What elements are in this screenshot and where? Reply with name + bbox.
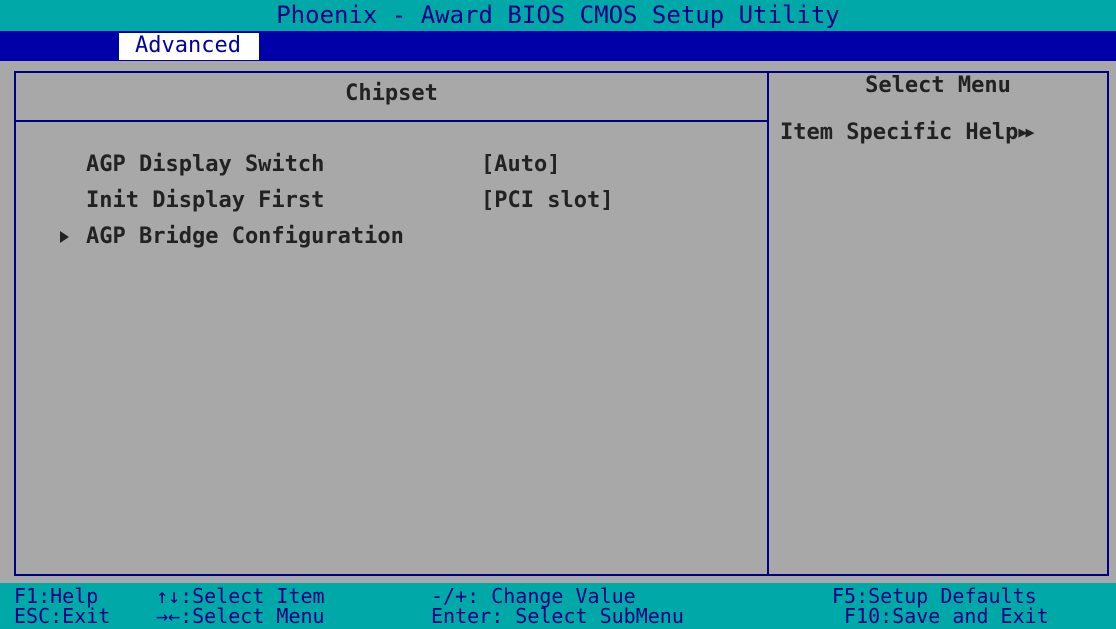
- menu-bar: Advanced: [0, 31, 1116, 61]
- key-f10-save-exit: F10:Save and Exit: [844, 604, 1049, 628]
- status-bar: F1:Help ESC:Exit ↑↓:Select Item →←:Selec…: [0, 583, 1116, 629]
- help-subtitle: Item Specific Help▶▶: [780, 117, 1034, 148]
- main-panel: Chipset Select Menu Item Specific Help▶▶…: [0, 61, 1116, 583]
- key-select-submenu: Enter: Select SubMenu: [431, 604, 684, 628]
- item-agp-display-switch[interactable]: AGP Display Switch [Auto]: [0, 147, 767, 183]
- tab-advanced-label[interactable]: Advanced: [135, 31, 241, 61]
- item-label: AGP Display Switch: [86, 152, 325, 177]
- panel-divider-vertical: [767, 71, 769, 576]
- item-agp-bridge-configuration[interactable]: AGP Bridge Configuration: [0, 219, 767, 255]
- section-title: Chipset: [345, 81, 438, 106]
- key-esc-exit: ESC:Exit: [14, 604, 111, 628]
- submenu-arrow-icon: [60, 231, 69, 243]
- key-select-menu: →←:Select Menu: [156, 604, 325, 628]
- help-subtitle-label: Item Specific Help: [780, 120, 1019, 145]
- item-value[interactable]: [Auto]: [481, 147, 560, 183]
- item-value[interactable]: [PCI slot]: [481, 183, 613, 219]
- title-bar: Phoenix - Award BIOS CMOS Setup Utility: [0, 0, 1116, 31]
- double-right-arrow-icon: ▶▶: [1018, 123, 1034, 141]
- item-label: Init Display First: [86, 188, 325, 213]
- panel-divider-horizontal: [14, 120, 769, 122]
- item-init-display-first[interactable]: Init Display First [PCI slot]: [0, 183, 767, 219]
- window-title: Phoenix - Award BIOS CMOS Setup Utility: [276, 1, 840, 29]
- item-label: AGP Bridge Configuration: [86, 224, 404, 249]
- help-title: Select Menu: [865, 73, 1011, 98]
